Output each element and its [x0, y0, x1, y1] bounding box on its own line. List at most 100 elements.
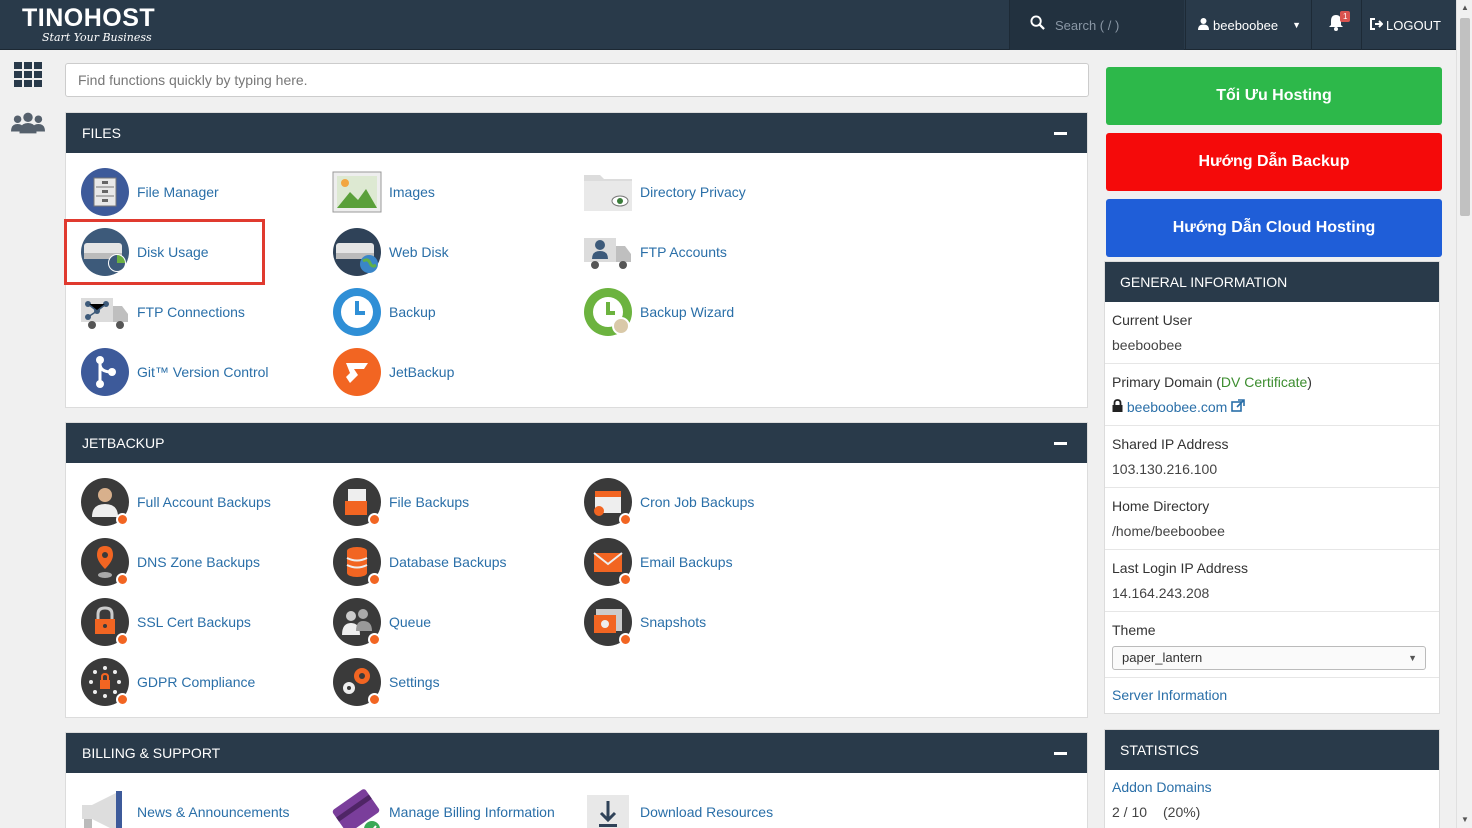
statistics-panel: STATISTICS Addon Domains 2 / 10 (20%)	[1104, 729, 1440, 828]
user-icon	[1198, 17, 1209, 33]
ftp-connections-link[interactable]: FTP Connections	[80, 287, 245, 337]
images-link[interactable]: Images	[332, 167, 435, 217]
backup-guide-button[interactable]: Hướng Dẫn Backup	[1106, 133, 1442, 191]
primary-domain-label-wrap: Primary Domain (DV Certificate)	[1112, 374, 1312, 390]
collapse-icon[interactable]	[1054, 442, 1067, 445]
cloud-hosting-guide-button[interactable]: Hướng Dẫn Cloud Hosting	[1106, 199, 1442, 257]
ssl-cert-backups-link[interactable]: SSL Cert Backups	[80, 597, 251, 647]
backup-icon	[332, 287, 382, 337]
primary-domain-link[interactable]: beeboobee.com	[1127, 399, 1227, 415]
backup-link[interactable]: Backup	[332, 287, 436, 337]
shared-ip-row: Shared IP Address 103.130.216.100	[1105, 426, 1439, 488]
notification-badge: 1	[1340, 11, 1351, 22]
item-label: Backup Wizard	[640, 304, 735, 320]
chevron-down-icon: ▼	[1292, 20, 1301, 30]
tinohost-logo[interactable]: TINOHOST Start Your Business	[22, 4, 155, 44]
user-menu[interactable]: beeboobee ▼	[1186, 0, 1310, 50]
full-account-backups-link[interactable]: Full Account Backups	[80, 477, 271, 527]
web-disk-link[interactable]: Web Disk	[332, 227, 449, 277]
download-resources-link[interactable]: Download Resources	[583, 787, 773, 828]
manage-billing-link[interactable]: Manage Billing Information	[332, 787, 555, 828]
ftp-accounts-icon	[583, 227, 633, 277]
gdpr-compliance-icon	[80, 657, 130, 707]
statistics-header: STATISTICS	[1105, 730, 1439, 770]
snapshots-icon	[583, 597, 633, 647]
primary-domain-row: Primary Domain (DV Certificate) beeboobe…	[1105, 364, 1439, 426]
theme-label: Theme	[1112, 622, 1156, 638]
theme-select-value: paper_lantern	[1122, 650, 1203, 665]
item-label: Manage Billing Information	[389, 804, 555, 820]
item-label: Snapshots	[640, 614, 707, 630]
quick-function-search[interactable]	[65, 63, 1089, 97]
collapse-icon[interactable]	[1054, 752, 1067, 755]
item-label: Database Backups	[389, 554, 507, 570]
top-search[interactable]	[1010, 0, 1184, 50]
dns-zone-backups-icon	[80, 537, 130, 587]
server-information-link[interactable]: Server Information	[1112, 687, 1227, 703]
jetbackup-link[interactable]: JetBackup	[332, 347, 454, 397]
file-backups-link[interactable]: File Backups	[332, 477, 469, 527]
shared-ip-value: 103.130.216.100	[1112, 461, 1218, 477]
collapse-icon[interactable]	[1054, 132, 1067, 135]
full-account-backups-icon	[80, 477, 130, 527]
notifications-button[interactable]: 1	[1312, 0, 1360, 50]
chevron-down-icon: ▼	[1408, 653, 1417, 663]
primary-domain-value-wrap: beeboobee.com	[1112, 399, 1246, 415]
item-label: Full Account Backups	[137, 494, 271, 510]
item-label: File Backups	[389, 494, 470, 510]
shared-ip-label: Shared IP Address	[1112, 436, 1229, 452]
scroll-down-icon[interactable]: ▼	[1457, 812, 1472, 828]
jetbackup-panel-header[interactable]: JETBACKUP	[66, 423, 1087, 463]
item-label: Web Disk	[389, 244, 449, 260]
logout-button[interactable]: LOGOUT	[1370, 0, 1456, 50]
item-label: Settings	[389, 674, 440, 690]
news-announcements-link[interactable]: News & Announcements	[80, 787, 290, 828]
snapshots-link[interactable]: Snapshots	[583, 597, 706, 647]
home-directory-label: Home Directory	[1112, 498, 1210, 514]
brand-tagline: Start Your Business	[42, 31, 152, 44]
directory-privacy-link[interactable]: Directory Privacy	[583, 167, 746, 217]
item-label: File Manager	[137, 184, 219, 200]
credit-card-icon	[332, 787, 382, 828]
search-icon	[1030, 15, 1045, 35]
optimize-hosting-button[interactable]: Tối Ưu Hosting	[1106, 67, 1442, 125]
users-group-icon[interactable]	[11, 108, 45, 138]
scroll-thumb[interactable]	[1460, 18, 1470, 216]
scroll-up-icon[interactable]: ▲	[1457, 0, 1472, 16]
panel-title: JETBACKUP	[82, 435, 165, 451]
divider	[1361, 0, 1362, 50]
last-login-label: Last Login IP Address	[1112, 560, 1248, 576]
git-version-control-link[interactable]: Git™ Version Control	[80, 347, 269, 397]
item-label: Cron Job Backups	[640, 494, 755, 510]
email-backups-link[interactable]: Email Backups	[583, 537, 733, 587]
queue-link[interactable]: Queue	[332, 597, 431, 647]
last-login-row: Last Login IP Address 14.164.243.208	[1105, 550, 1439, 612]
backup-wizard-icon	[583, 287, 633, 337]
backup-wizard-link[interactable]: Backup Wizard	[583, 287, 734, 337]
dns-zone-backups-link[interactable]: DNS Zone Backups	[80, 537, 260, 587]
file-manager-icon	[80, 167, 130, 217]
file-manager-link[interactable]: File Manager	[80, 167, 219, 217]
item-label: Images	[389, 184, 435, 200]
apps-grid-icon[interactable]	[11, 60, 45, 90]
item-label: Git™ Version Control	[137, 364, 269, 380]
theme-select[interactable]: paper_lantern ▼	[1112, 646, 1426, 670]
images-icon	[332, 167, 382, 217]
item-label: Download Resources	[640, 804, 774, 820]
username: beeboobee	[1213, 17, 1279, 33]
cron-job-backups-link[interactable]: Cron Job Backups	[583, 477, 754, 527]
gdpr-compliance-link[interactable]: GDPR Compliance	[80, 657, 255, 707]
billing-panel-header[interactable]: BILLING & SUPPORT	[66, 733, 1087, 773]
files-panel-header[interactable]: FILES	[66, 113, 1087, 153]
settings-link[interactable]: Settings	[332, 657, 440, 707]
top-search-input[interactable]	[1055, 17, 1175, 33]
ftp-accounts-link[interactable]: FTP Accounts	[583, 227, 727, 277]
jetbackup-panel: JETBACKUP Full Account Backups File Back…	[65, 422, 1088, 718]
item-label: GDPR Compliance	[137, 674, 256, 690]
database-backups-link[interactable]: Database Backups	[332, 537, 507, 587]
current-user-label: Current User	[1112, 312, 1193, 328]
page-scrollbar[interactable]: ▲ ▼	[1456, 0, 1472, 828]
dv-certificate-link[interactable]: DV Certificate	[1221, 374, 1307, 390]
addon-domains-link[interactable]: Addon Domains	[1112, 779, 1212, 795]
external-link-icon[interactable]	[1231, 399, 1246, 415]
